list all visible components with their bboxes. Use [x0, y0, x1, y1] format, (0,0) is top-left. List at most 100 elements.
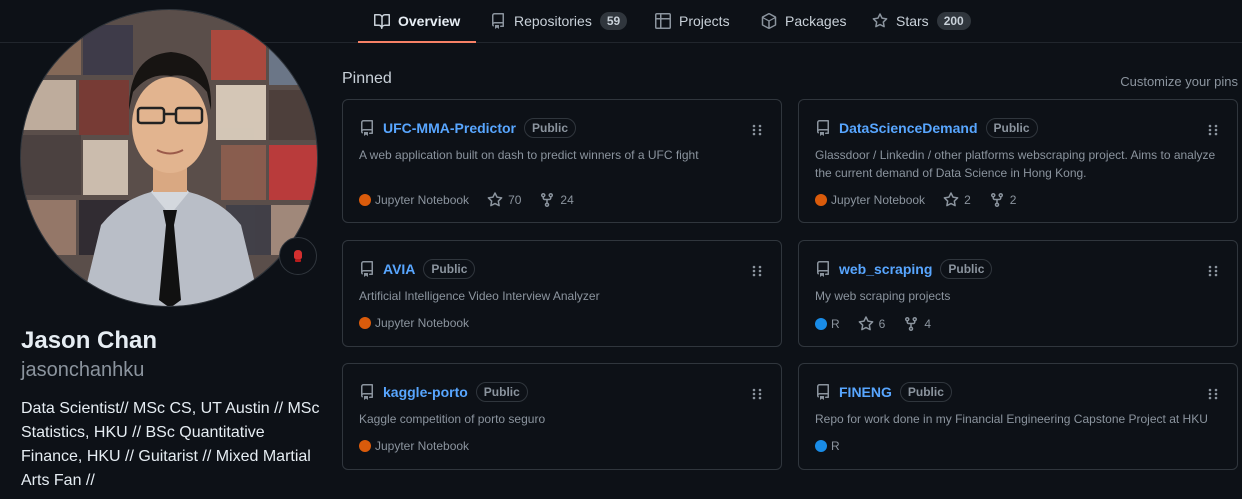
- stars-count: 200: [936, 12, 971, 30]
- star-icon: [872, 13, 888, 28]
- grabber-icon: [752, 388, 762, 400]
- repo-language: Jupyter Notebook: [359, 316, 469, 330]
- repo-meta: Jupyter Notebook: [359, 316, 487, 330]
- repo-description: Kaggle competition of porto seguro: [359, 412, 546, 426]
- repo-description: A web application built on dash to predi…: [359, 148, 699, 162]
- repo-name-link[interactable]: FINENG: [839, 384, 892, 400]
- repo-meta: Jupyter Notebook 2 2: [815, 192, 1034, 208]
- status-button[interactable]: [279, 237, 317, 275]
- card-header: FINENG Public: [815, 382, 952, 402]
- tab-label: Packages: [785, 13, 847, 29]
- avatar[interactable]: [20, 9, 318, 307]
- drag-handle[interactable]: [1207, 122, 1219, 138]
- repo-language: Jupyter Notebook: [359, 193, 469, 207]
- repo-icon: [817, 120, 829, 136]
- repo-name-link[interactable]: web_scraping: [839, 261, 932, 277]
- card-header: UFC-MMA-Predictor Public: [359, 118, 577, 138]
- repo-language: Jupyter Notebook: [359, 439, 469, 453]
- card-header: AVIA Public: [359, 259, 476, 279]
- forks-link[interactable]: 4: [903, 316, 931, 332]
- tab-stars[interactable]: Stars 200: [872, 0, 971, 42]
- language-label: Jupyter Notebook: [375, 193, 470, 207]
- tab-overview[interactable]: Overview: [357, 0, 477, 43]
- tab-projects[interactable]: Projects: [655, 0, 730, 42]
- pinned-heading: Pinned: [342, 70, 392, 87]
- grabber-icon: [752, 124, 762, 136]
- language-label: R: [831, 317, 840, 331]
- fork-icon: [990, 192, 1003, 208]
- forks-count: 4: [924, 317, 932, 331]
- card-header: DataScienceDemand Public: [815, 118, 1038, 138]
- visibility-badge: Public: [940, 259, 993, 279]
- tab-repositories[interactable]: Repositories 59: [490, 0, 628, 42]
- drag-handle[interactable]: [1207, 263, 1219, 279]
- language-label: R: [831, 439, 840, 453]
- visibility-badge: Public: [475, 382, 528, 402]
- repo-language: R: [815, 317, 840, 331]
- visibility-badge: Public: [524, 118, 577, 138]
- book-icon: [374, 13, 390, 29]
- card-header: web_scraping Public: [815, 259, 993, 279]
- tab-label: Repositories: [514, 13, 592, 29]
- repo-icon: [817, 384, 829, 400]
- repositories-count: 59: [599, 12, 628, 30]
- fork-icon: [541, 192, 554, 208]
- card-header: kaggle-porto Public: [359, 382, 528, 402]
- avatar-photo: [21, 10, 317, 306]
- forks-link[interactable]: 2: [989, 192, 1017, 208]
- package-icon: [761, 13, 777, 29]
- stars-count: 6: [878, 317, 886, 331]
- visibility-badge: Public: [899, 382, 952, 402]
- language-label: Jupyter Notebook: [375, 316, 470, 330]
- language-color-dot: [359, 194, 371, 206]
- repo-name-link[interactable]: kaggle-porto: [383, 384, 468, 400]
- repo-name-link[interactable]: DataScienceDemand: [839, 120, 978, 136]
- repo-description: My web scraping projects: [815, 289, 951, 303]
- visibility-badge: Public: [423, 259, 476, 279]
- visibility-badge: Public: [985, 118, 1038, 138]
- customize-pins-link[interactable]: Customize your pins: [1120, 74, 1238, 89]
- repo-language: R: [815, 439, 840, 453]
- grabber-icon: [1208, 124, 1218, 136]
- forks-count: 2: [1009, 193, 1017, 207]
- grabber-icon: [1208, 388, 1218, 400]
- repo-meta: Jupyter Notebook 70 24: [359, 192, 592, 208]
- language-color-dot: [359, 440, 371, 452]
- repo-meta: R 6 4: [815, 316, 949, 332]
- star-icon: [858, 316, 874, 331]
- stars-link[interactable]: 6: [858, 316, 886, 332]
- repo-language: Jupyter Notebook: [815, 193, 925, 207]
- drag-handle[interactable]: [751, 386, 763, 402]
- repo-icon: [361, 120, 373, 136]
- language-label: Jupyter Notebook: [375, 439, 470, 453]
- stars-link[interactable]: 2: [943, 192, 971, 208]
- repo-description: Artificial Intelligence Video Interview …: [359, 289, 600, 303]
- repo-icon: [492, 13, 504, 29]
- pinned-repo-card: web_scraping Public My web scraping proj…: [798, 240, 1238, 347]
- boxing-glove-icon: [294, 250, 302, 262]
- language-color-dot: [359, 317, 371, 329]
- forks-count: 24: [560, 193, 574, 207]
- stars-link[interactable]: 70: [487, 192, 521, 208]
- pinned-repo-card: FINENG Public Repo for work done in my F…: [798, 363, 1238, 470]
- pinned-repo-card: UFC-MMA-Predictor Public A web applicati…: [342, 99, 782, 223]
- repo-name-link[interactable]: AVIA: [383, 261, 415, 277]
- drag-handle[interactable]: [751, 122, 763, 138]
- stars-count: 70: [508, 193, 522, 207]
- profile-username: jasonchanhku: [21, 359, 145, 381]
- repo-description: Repo for work done in my Financial Engin…: [815, 412, 1208, 426]
- drag-handle[interactable]: [751, 263, 763, 279]
- tab-label: Projects: [679, 13, 730, 29]
- language-label: Jupyter Notebook: [831, 193, 926, 207]
- fork-icon: [905, 316, 918, 332]
- pinned-repo-card: DataScienceDemand Public Glassdoor / Lin…: [798, 99, 1238, 223]
- star-icon: [943, 192, 959, 207]
- profile-name: Jason Chan: [21, 327, 158, 354]
- tab-label: Stars: [896, 13, 929, 29]
- repo-name-link[interactable]: UFC-MMA-Predictor: [383, 120, 516, 136]
- drag-handle[interactable]: [1207, 386, 1219, 402]
- repo-icon: [361, 261, 373, 277]
- forks-link[interactable]: 24: [539, 192, 574, 208]
- tab-packages[interactable]: Packages: [761, 0, 846, 42]
- profile-bio: Data Scientist// MSc CS, UT Austin // MS…: [21, 400, 320, 489]
